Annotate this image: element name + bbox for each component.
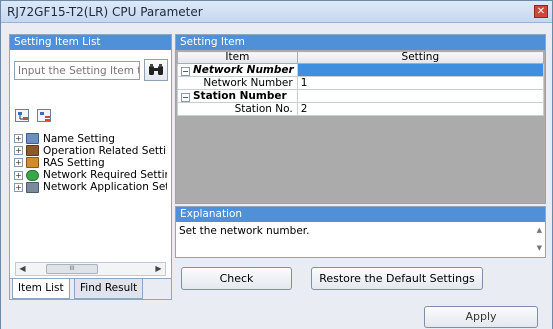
table-row[interactable]: − Network Number xyxy=(177,63,545,77)
tree-item-label: Operation Related Setting xyxy=(43,145,167,157)
check-button[interactable]: Check xyxy=(181,267,292,290)
category-network-number[interactable]: − Network Number xyxy=(177,63,298,77)
expand-plus-icon[interactable]: + xyxy=(14,182,23,192)
category-label: Station Number xyxy=(193,90,287,102)
setting-cell xyxy=(296,89,545,103)
scroll-left-arrow-icon[interactable]: ◀ xyxy=(16,263,29,275)
setting-tree: + Name Setting + Operation Related Setti… xyxy=(14,133,167,229)
column-header-item: Item xyxy=(177,51,298,64)
tree-item-label: Name Setting xyxy=(43,133,115,144)
window-title: RJ72GF15-T2(LR) CPU Parameter xyxy=(7,5,203,19)
ras-setting-icon xyxy=(26,157,39,169)
close-button[interactable]: ✕ xyxy=(534,5,548,18)
scroll-thumb[interactable]: III xyxy=(46,264,98,274)
left-panel-tabs: Item List Find Result xyxy=(10,278,171,299)
search-button[interactable] xyxy=(144,59,168,81)
expand-plus-icon[interactable]: + xyxy=(14,170,23,180)
setting-item-list-header: Setting Item List xyxy=(10,35,171,50)
collapse-tree-icon[interactable] xyxy=(37,109,51,122)
title-bar: RJ72GF15-T2(LR) CPU Parameter ✕ xyxy=(1,1,552,23)
table-row[interactable]: − Station Number xyxy=(177,89,545,103)
tree-item-network-required[interactable]: + Network Required Setting xyxy=(14,169,167,181)
tree-item-network-application[interactable]: + Network Application Setting xyxy=(14,181,167,193)
setting-grid: Item Setting − Network Number Network Num… xyxy=(177,51,545,116)
category-station-number[interactable]: − Station Number xyxy=(177,89,298,103)
category-label: Network Number xyxy=(193,64,294,76)
station-no-value[interactable]: 2 xyxy=(296,102,545,116)
expand-tree-icon[interactable] xyxy=(15,109,29,122)
checkmark-icon xyxy=(26,169,39,181)
collapse-minus-icon[interactable]: − xyxy=(181,93,190,102)
scroll-right-arrow-icon[interactable]: ▶ xyxy=(152,263,165,275)
table-row[interactable]: Station No. 2 xyxy=(177,102,545,116)
tree-toolbar xyxy=(15,109,51,122)
tree-item-name-setting[interactable]: + Name Setting xyxy=(14,133,167,144)
network-application-icon xyxy=(26,181,39,193)
expand-plus-icon[interactable]: + xyxy=(14,146,23,156)
scroll-up-arrow-icon[interactable]: ▲ xyxy=(537,226,542,234)
table-row[interactable]: Network Number 1 xyxy=(177,76,545,90)
setting-item-list-panel: Setting Item List + Name Setting xyxy=(9,34,172,300)
setting-item-header: Setting Item xyxy=(176,35,545,50)
apply-button[interactable]: Apply xyxy=(424,306,538,328)
binoculars-icon xyxy=(149,64,163,75)
tree-item-label: Network Required Setting xyxy=(43,169,167,181)
tree-item-label: Network Application Setting xyxy=(43,181,167,193)
explanation-panel: Explanation Set the network number. ▲ ▼ xyxy=(175,206,546,258)
operation-setting-icon xyxy=(26,145,39,157)
tab-item-list[interactable]: Item List xyxy=(12,279,70,299)
network-number-value[interactable]: 1 xyxy=(296,76,545,90)
name-setting-icon xyxy=(26,133,39,144)
setting-cell xyxy=(296,63,545,77)
restore-defaults-button[interactable]: Restore the Default Settings xyxy=(311,267,483,290)
expand-plus-icon[interactable]: + xyxy=(14,158,23,168)
horizontal-scrollbar[interactable]: ◀ III ▶ xyxy=(15,262,166,276)
explanation-header: Explanation xyxy=(176,207,545,222)
expand-plus-icon[interactable]: + xyxy=(14,134,23,143)
item-label: Network Number xyxy=(177,76,298,90)
tree-item-label: RAS Setting xyxy=(43,157,105,169)
tree-item-ras-setting[interactable]: + RAS Setting xyxy=(14,157,167,169)
scroll-down-arrow-icon[interactable]: ▼ xyxy=(537,244,542,252)
explanation-text: Set the network number. xyxy=(179,225,310,237)
search-input[interactable] xyxy=(14,61,140,80)
setting-item-panel: Setting Item Item Setting − Network Numbe… xyxy=(175,34,546,204)
tab-find-result[interactable]: Find Result xyxy=(74,279,144,299)
cpu-parameter-window: RJ72GF15-T2(LR) CPU Parameter ✕ Setting … xyxy=(0,0,553,329)
collapse-minus-icon[interactable]: − xyxy=(181,67,190,76)
column-header-setting: Setting xyxy=(296,51,545,64)
item-label: Station No. xyxy=(177,102,298,116)
tree-item-operation-related[interactable]: + Operation Related Setting xyxy=(14,145,167,157)
